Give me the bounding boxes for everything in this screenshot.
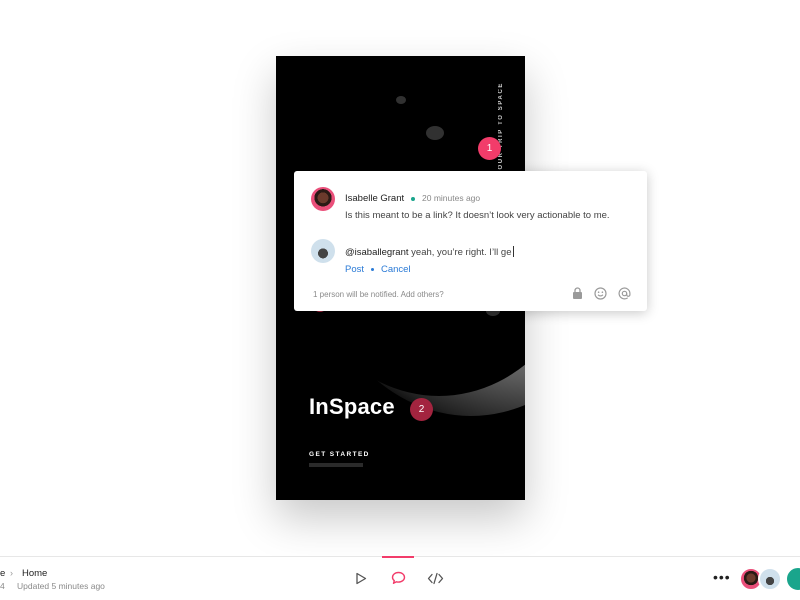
reply-mention: @isaballegrant — [345, 247, 409, 258]
breadcrumb-separator-icon: › — [10, 568, 13, 578]
updated-status: Updated 5 minutes ago — [17, 581, 105, 591]
get-started-link[interactable]: GET STARTED — [309, 451, 370, 458]
comment-author: Isabelle Grant — [345, 193, 405, 204]
comment-pin-2[interactable]: 2 — [410, 398, 433, 421]
breadcrumb-parent[interactable]: e — [0, 568, 5, 579]
comment-icon[interactable] — [388, 569, 408, 587]
vertical-tagline: YOUR TRIP TO SPACE — [498, 82, 504, 176]
bottom-toolbar: e › Home 4 Updated 5 minutes ago ••• — [0, 556, 800, 600]
text-caret — [512, 246, 514, 257]
comment-pin-1[interactable]: 1 — [478, 137, 501, 160]
lock-icon[interactable] — [570, 286, 584, 300]
collaborator-avatar[interactable] — [785, 566, 800, 592]
notify-hint[interactable]: 1 person will be notified. Add others? — [313, 290, 444, 299]
post-button[interactable]: Post — [345, 264, 364, 275]
code-icon[interactable] — [425, 569, 445, 587]
play-icon[interactable] — [351, 569, 371, 587]
avatar-current-user — [311, 239, 335, 263]
reply-input[interactable]: @isaballegrant yeah, you’re right. I’ll … — [345, 246, 514, 258]
comment-popover: Isabelle Grant 20 minutes ago Is this me… — [294, 171, 647, 311]
avatar-isabelle — [311, 187, 335, 211]
collaborator-avatar[interactable] — [758, 567, 782, 591]
emoji-icon[interactable] — [593, 286, 607, 300]
breadcrumb-extra: 4 — [0, 581, 5, 591]
cancel-button[interactable]: Cancel — [381, 264, 411, 275]
brand-title: InSpace — [309, 394, 395, 419]
comment-timestamp: 20 minutes ago — [422, 193, 481, 203]
moon-crater — [426, 126, 444, 140]
breadcrumb-current[interactable]: Home — [22, 568, 47, 579]
moon-crater — [396, 96, 406, 104]
active-mode-indicator — [382, 556, 414, 558]
at-icon[interactable] — [617, 286, 631, 300]
comment-body: Is this meant to be a link? It doesn’t l… — [345, 210, 610, 221]
separator-dot — [371, 268, 374, 271]
online-dot — [411, 197, 415, 201]
reply-draft-text: yeah, you’re right. I’ll ge — [408, 247, 512, 258]
more-options-button[interactable]: ••• — [713, 569, 731, 585]
cta-underline — [309, 463, 363, 467]
